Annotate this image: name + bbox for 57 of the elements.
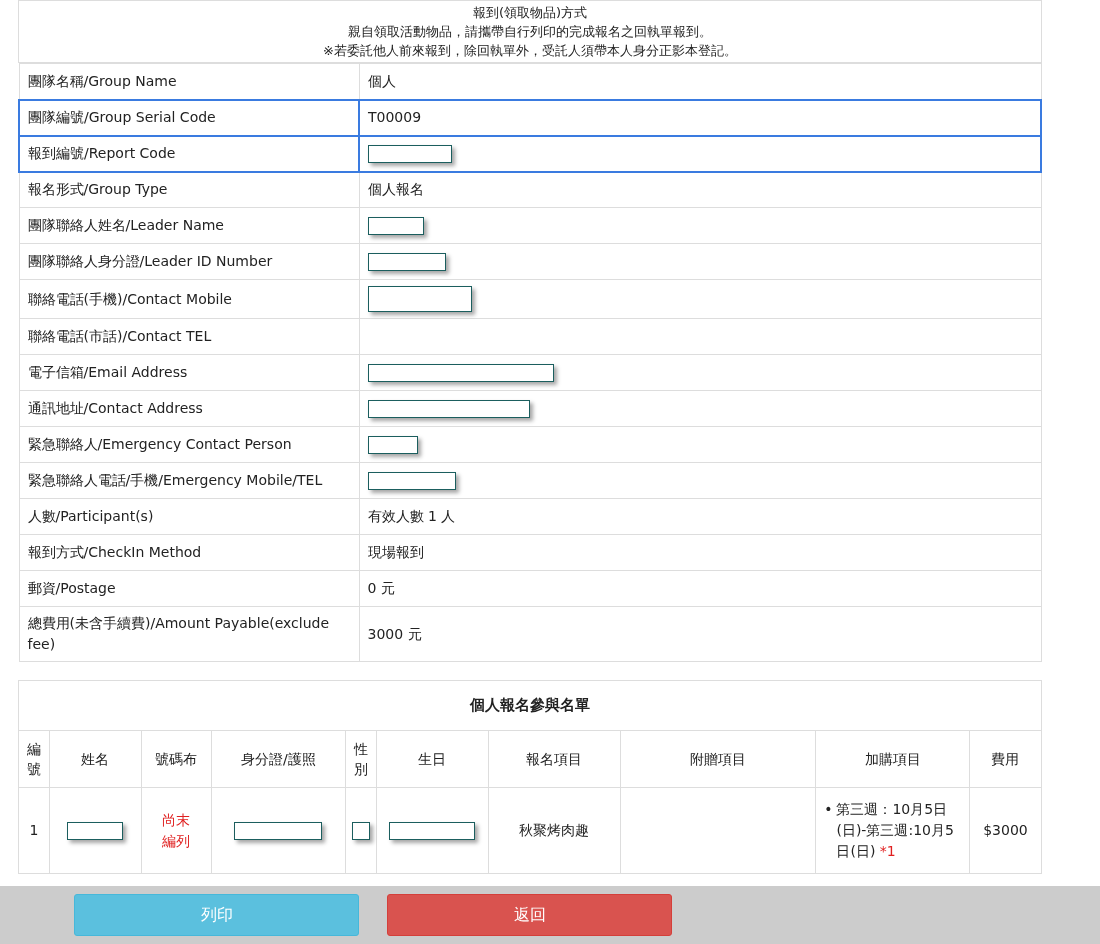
input-field[interactable] [367, 436, 418, 454]
column-header: 報名項目 [488, 730, 621, 788]
column-header: 號碼布 [141, 730, 212, 788]
field-value: 有效人數 1 人 [359, 498, 1041, 535]
column-header: 身分證/護照 [211, 730, 346, 788]
input-field[interactable] [368, 145, 452, 163]
table-cell: 秋聚烤肉趣 [488, 787, 621, 874]
table-cell: $3000 [969, 787, 1042, 874]
input-field[interactable] [367, 472, 456, 490]
column-header: 編號 [18, 730, 50, 788]
field-label: 報到編號/Report Code [19, 135, 359, 172]
notice-text: ※若委託他人前來報到，除回執單外，受託人須帶本人身分正影本登記。 [322, 42, 738, 60]
column-header: 加購項目 [815, 730, 970, 788]
field-label: 團隊聯絡人姓名/Leader Name [19, 207, 359, 244]
field-label: 緊急聯絡人電話/手機/Emergency Mobile/TEL [19, 462, 359, 499]
input-field[interactable] [367, 286, 472, 312]
bullet-icon: • [824, 799, 833, 862]
input-field[interactable] [367, 217, 424, 235]
table-cell: 1 [18, 787, 50, 874]
input-field[interactable] [234, 822, 323, 840]
column-header: 生日 [376, 730, 489, 788]
notice-text: 親自領取活動物品，請攜帶自行列印的完成報名之回執單報到。 [347, 23, 713, 41]
field-value: 個人 [359, 63, 1041, 100]
field-label: 聯絡電話(市話)/Contact TEL [19, 318, 359, 355]
column-header: 附贈項目 [620, 730, 816, 788]
field-label: 團隊名稱/Group Name [19, 63, 359, 100]
field-label: 人數/Participant(s) [19, 498, 359, 535]
table-cell-text: 第三週：10月5日(日)-第三週:10月5日(日) *1 [836, 800, 955, 861]
field-label: 緊急聯絡人/Emergency Contact Person [19, 426, 359, 463]
input-field[interactable] [367, 400, 530, 418]
field-value: 個人報名 [359, 171, 1041, 208]
table-cell: 尚末編列 [141, 787, 212, 874]
input-field[interactable] [367, 364, 554, 382]
print-button[interactable]: 列印 [74, 894, 359, 936]
field-label: 電子信箱/Email Address [19, 354, 359, 391]
field-value: T00009 [359, 99, 1041, 136]
field-label: 聯絡電話(手機)/Contact Mobile [19, 279, 359, 319]
input-field[interactable] [367, 253, 446, 271]
column-header: 費用 [969, 730, 1042, 788]
field-value: 0 元 [359, 570, 1041, 607]
input-field[interactable] [389, 822, 476, 840]
column-header: 姓名 [49, 730, 142, 788]
field-label: 總費用(未含手續費)/Amount Payable(exclude fee) [19, 606, 359, 662]
field-value: 3000 元 [359, 606, 1041, 662]
table-title: 個人報名參與名單 [18, 680, 1042, 731]
field-label: 報名形式/Group Type [19, 171, 359, 208]
checkbox[interactable] [351, 822, 370, 840]
field-label: 團隊聯絡人身分證/Leader ID Number [19, 243, 359, 280]
field-label: 通訊地址/Contact Address [19, 390, 359, 427]
notice-title: 報到(領取物品)方式 [471, 4, 589, 22]
back-button[interactable]: 返回 [387, 894, 672, 936]
field-label: 郵資/Postage [19, 570, 359, 607]
field-label: 團隊編號/Group Serial Code [19, 99, 359, 136]
column-header: 性別 [345, 730, 377, 788]
field-label: 報到方式/CheckIn Method [19, 534, 359, 571]
input-field[interactable] [67, 822, 124, 840]
field-value: 現場報到 [359, 534, 1041, 571]
